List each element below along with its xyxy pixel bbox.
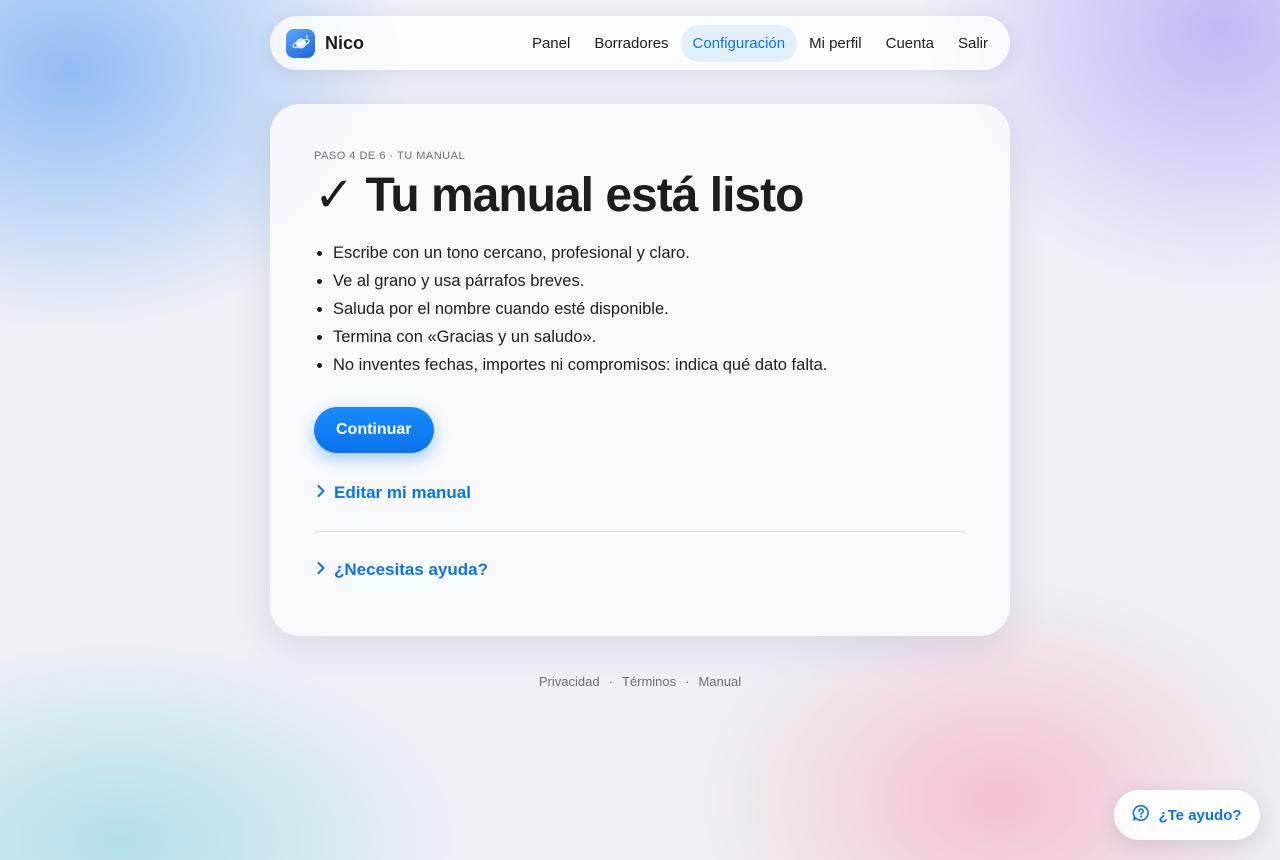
manual-rules-list: Escribe con un tono cercano, profesional… — [314, 239, 966, 379]
nav-link-panel[interactable]: Panel — [520, 25, 582, 62]
footer-link-privacidad[interactable]: Privacidad — [539, 674, 600, 689]
rule-item: No inventes fechas, importes ni compromi… — [333, 351, 966, 379]
need-help-label: ¿Necesitas ayuda? — [334, 559, 489, 579]
brand-home-link[interactable]: Nico — [286, 28, 365, 58]
help-chat-icon — [1132, 804, 1150, 826]
manual-ready-card: PASO 4 DE 6 · TU MANUAL ✓ Tu manual está… — [270, 104, 1010, 636]
rule-item: Ve al grano y usa párrafos breves. — [333, 267, 966, 295]
nav-link-mi-perfil[interactable]: Mi perfil — [797, 25, 874, 62]
top-navigation: Nico Panel Borradores Configuración Mi p… — [270, 16, 1010, 70]
rule-item: Escribe con un tono cercano, profesional… — [333, 239, 966, 267]
continue-button[interactable]: Continuar — [314, 406, 434, 453]
nav-link-configuracion[interactable]: Configuración — [680, 24, 798, 62]
nav-links: Panel Borradores Configuración Mi perfil… — [520, 24, 1000, 62]
chevron-right-icon — [314, 483, 328, 503]
step-indicator: PASO 4 DE 6 · TU MANUAL — [314, 150, 466, 162]
chevron-right-icon — [314, 560, 328, 580]
help-chat-button[interactable]: ¿Te ayudo? — [1114, 790, 1260, 840]
planet-logo-icon — [286, 28, 315, 58]
need-help-disclosure[interactable]: ¿Necesitas ayuda? — [314, 560, 966, 580]
footer: Privacidad · Términos · Manual — [0, 674, 1280, 689]
rule-item: Saluda por el nombre cuando esté disponi… — [333, 295, 966, 323]
footer-separator: · — [608, 674, 613, 689]
divider — [314, 530, 966, 532]
brand-name: Nico — [325, 32, 365, 53]
nav-link-borradores[interactable]: Borradores — [582, 25, 680, 62]
page-title: ✓ Tu manual está listo — [314, 169, 804, 222]
nav-link-cuenta[interactable]: Cuenta — [874, 25, 946, 62]
rule-item: Termina con «Gracias y un saludo». — [333, 323, 966, 351]
edit-manual-disclosure[interactable]: Editar mi manual — [314, 483, 966, 503]
edit-manual-label: Editar mi manual — [334, 482, 471, 502]
footer-link-terminos[interactable]: Términos — [622, 674, 676, 689]
footer-link-manual[interactable]: Manual — [698, 674, 741, 689]
footer-separator: · — [685, 674, 690, 689]
help-button-label: ¿Te ayudo? — [1158, 806, 1242, 824]
nav-link-salir[interactable]: Salir — [946, 25, 1000, 62]
